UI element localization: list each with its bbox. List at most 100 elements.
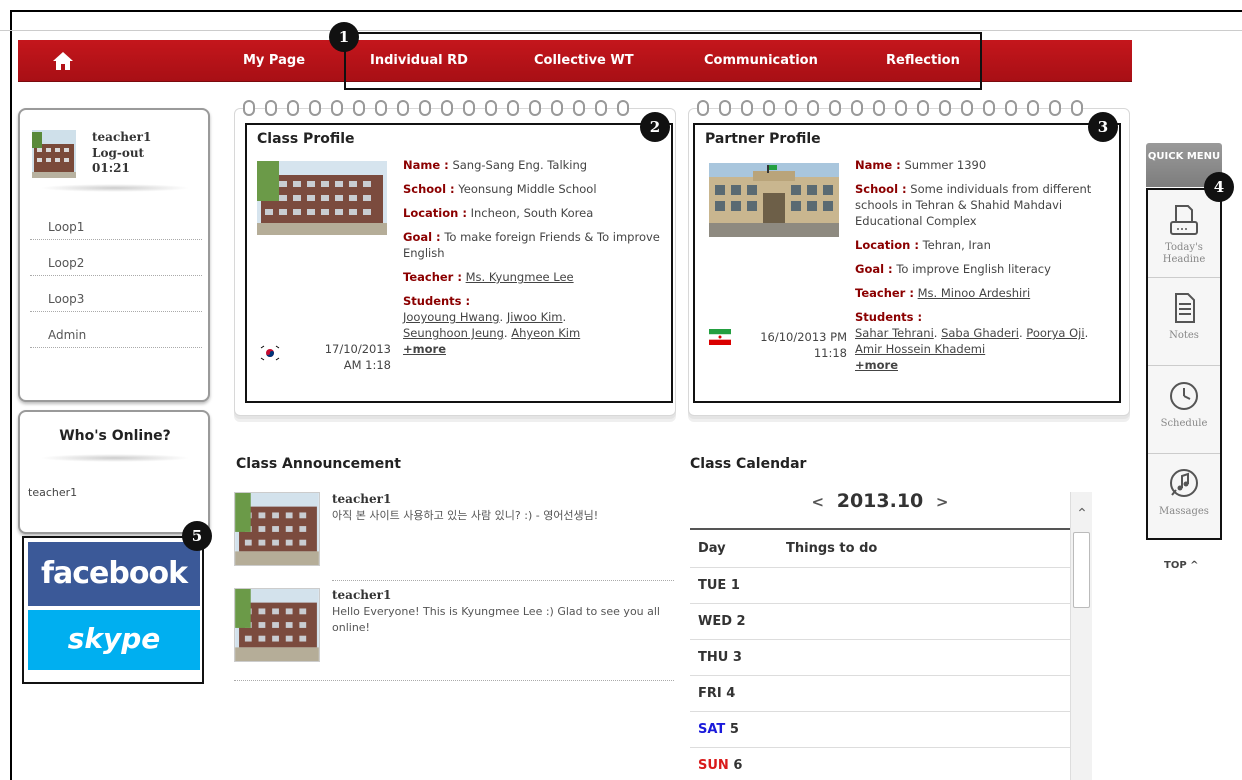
partner-student-link[interactable]: Saba Ghaderi — [941, 326, 1019, 340]
calendar-day-row[interactable]: TUE 1 — [690, 568, 1070, 604]
quick-menu-label: Massages — [1159, 506, 1209, 517]
sidebar-item-loop3[interactable]: Loop3 — [30, 286, 202, 312]
partner-more-students-link[interactable]: +more — [855, 358, 898, 372]
scroll-up-icon[interactable]: ⌃ — [1071, 506, 1093, 524]
class-school: Yeonsung Middle School — [458, 182, 597, 196]
class-name: Sang-Sang Eng. Talking — [452, 158, 588, 172]
partner-name: Summer 1390 — [904, 158, 987, 172]
announcement-divider — [234, 680, 674, 681]
quick-menu-messages[interactable]: Massages — [1148, 454, 1220, 542]
calendar-next-button[interactable]: > — [930, 493, 955, 511]
calendar-day-label: THU 3 — [698, 650, 742, 665]
quick-menu-notes[interactable]: Notes — [1148, 278, 1220, 366]
whos-online-title: Who's Online? — [59, 428, 171, 444]
partner-teacher-link[interactable]: Ms. Minoo Ardeshiri — [918, 286, 1031, 300]
callout-number-5: 5 — [182, 521, 212, 551]
calendar-day-row[interactable]: SUN 6 — [690, 748, 1070, 780]
music-note-icon — [1170, 469, 1198, 497]
partner-profile-info: Name : Summer 1390 School : Some individ… — [855, 158, 1092, 372]
user-shade-divider — [40, 184, 190, 192]
quick-menu-box: Today's Headine Notes Schedule Massages — [1146, 188, 1222, 540]
sidebar-item-loop1[interactable]: Loop1 — [30, 214, 202, 240]
clock-icon — [1170, 382, 1198, 410]
social-links-box: facebook skype — [22, 536, 204, 684]
announcement-divider — [332, 580, 674, 581]
calendar-header-row: Day Things to do — [690, 530, 1070, 568]
quick-menu-label: Schedule — [1160, 418, 1208, 429]
notebook-rings — [243, 100, 629, 116]
announcement-text: Hello Everyone! This is Kyungmee Lee :) … — [332, 605, 660, 634]
callout-box-1 — [344, 32, 982, 90]
page-top-line — [0, 30, 1242, 31]
calendar-day-row[interactable]: FRI 4 — [690, 676, 1070, 712]
scroll-thumb[interactable] — [1073, 532, 1090, 608]
facebook-button[interactable]: facebook — [28, 542, 200, 606]
back-to-top-link[interactable]: TOP ^ — [1164, 560, 1199, 571]
partner-profile-inner: Partner Profile Name : Summer 1390 Schoo… — [693, 123, 1121, 403]
calendar-day-row[interactable]: SAT 5 — [690, 712, 1070, 748]
quick-menu-schedule[interactable]: Schedule — [1148, 366, 1220, 454]
class-student-link[interactable]: Seunghoon Jeung — [403, 326, 504, 340]
quick-menu-label: Today's Headine — [1162, 242, 1206, 265]
calendar-day-row[interactable]: WED 2 — [690, 604, 1070, 640]
user-name: teacher1 — [92, 130, 152, 144]
class-profile-title: Class Profile — [257, 131, 355, 147]
class-student-link[interactable]: Jiwoo Kim — [507, 310, 563, 324]
calendar-day-label: FRI 4 — [698, 686, 736, 701]
nav-my-page[interactable]: My Page — [243, 53, 305, 68]
calendar-title: Class Calendar — [690, 456, 807, 472]
iran-flag-icon — [709, 329, 731, 345]
calendar-day-label: SUN 6 — [698, 758, 743, 773]
session-timer: 01:21 — [92, 161, 130, 175]
south-korea-flag-icon — [259, 345, 281, 361]
partner-student-link[interactable]: Poorya Oji — [1026, 326, 1084, 340]
notes-icon — [1175, 293, 1195, 323]
class-student-link[interactable]: Ahyeon Kim — [511, 326, 580, 340]
class-more-students-link[interactable]: +more — [403, 342, 446, 356]
notebook-rings — [697, 100, 1083, 116]
calendar-day-label: WED 2 — [698, 614, 746, 629]
calendar-day-row[interactable]: THU 3 — [690, 640, 1070, 676]
announcement-author: teacher1 — [332, 492, 392, 506]
home-icon[interactable] — [52, 51, 74, 71]
class-goal: To make foreign Friends & To improve Eng… — [403, 230, 660, 260]
sidebar-item-loop2[interactable]: Loop2 — [30, 250, 202, 276]
partner-profile-timestamp: 16/10/2013 PM 11:18 — [760, 330, 847, 360]
calendar-month-nav: < 2013.10 > — [690, 490, 1070, 512]
logout-link[interactable]: Log-out — [92, 146, 144, 160]
skype-button[interactable]: skype — [28, 610, 200, 670]
calendar-col-day: Day — [698, 541, 726, 556]
partner-location: Tehran, Iran — [922, 238, 991, 252]
partner-school-photo — [709, 163, 839, 237]
user-panel: teacher1 Log-out 01:21 Loop1 Loop2 Loop3… — [18, 108, 210, 402]
sidebar-item-admin[interactable]: Admin — [30, 322, 202, 348]
partner-student-link[interactable]: Sahar Tehrani — [855, 326, 934, 340]
class-profile-card: Class Profile Name : Sang-Sang Eng. Talk… — [234, 100, 676, 416]
calendar-prev-button[interactable]: < — [806, 493, 831, 511]
announcement-author: teacher1 — [332, 588, 392, 602]
calendar-table: Day Things to do TUE 1 WED 2 THU 3 FRI 4 SAT… — [690, 528, 1070, 780]
callout-number-1: 1 — [329, 22, 359, 52]
whos-online-panel: Who's Online? teacher1 — [18, 410, 210, 534]
quick-menu-label: Notes — [1169, 330, 1199, 341]
online-user[interactable]: teacher1 — [28, 486, 77, 499]
announcement-avatar — [234, 588, 320, 662]
calendar-scrollbar[interactable]: ⌃ — [1070, 492, 1092, 780]
quick-menu-headline[interactable]: Today's Headine — [1148, 190, 1220, 278]
class-teacher-link[interactable]: Ms. Kyungmee Lee — [466, 270, 574, 284]
class-student-link[interactable]: Jooyoung Hwang — [403, 310, 500, 324]
calendar-month-label: 2013.10 — [836, 490, 924, 512]
callout-number-4: 4 — [1204, 172, 1234, 202]
class-profile-info: Name : Sang-Sang Eng. Talking School : Y… — [403, 158, 660, 356]
announcement-title: Class Announcement — [236, 456, 401, 472]
announcement-avatar — [234, 492, 320, 566]
class-location: Incheon, South Korea — [470, 206, 594, 220]
partner-student-link[interactable]: Amir Hossein Khademi — [855, 342, 985, 356]
class-profile-timestamp: 17/10/2013 AM 1:18 — [324, 342, 391, 372]
callout-number-2: 2 — [640, 112, 670, 142]
printer-icon — [1170, 205, 1198, 235]
partner-goal: To improve English literacy — [896, 262, 1051, 276]
calendar-day-label: TUE 1 — [698, 578, 740, 593]
user-avatar — [32, 130, 76, 178]
partner-profile-card: Partner Profile Name : Summer 1390 Schoo… — [688, 100, 1130, 416]
